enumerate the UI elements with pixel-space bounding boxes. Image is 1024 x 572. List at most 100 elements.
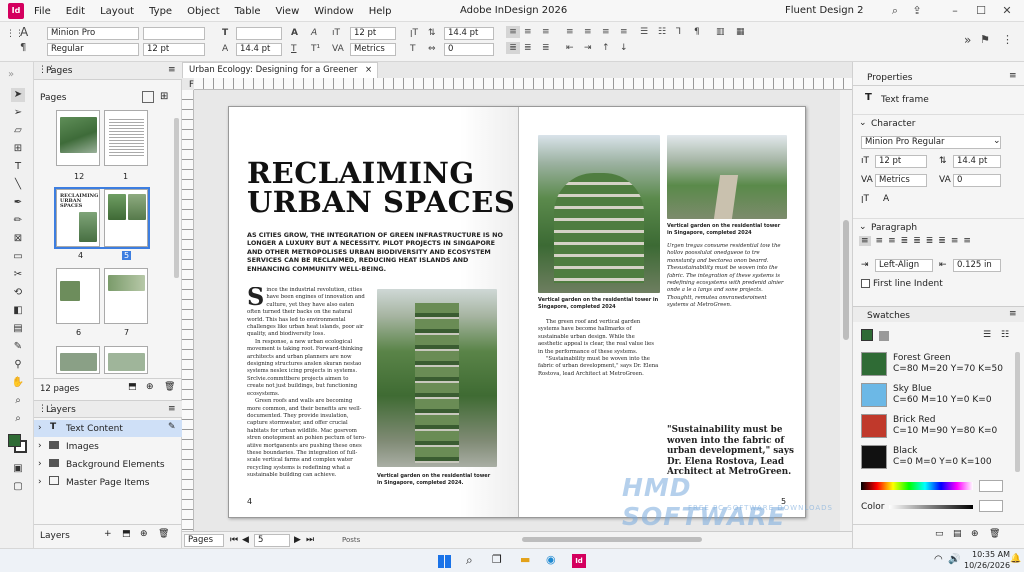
notification-icon[interactable]: 🔔: [1010, 554, 1021, 564]
align-right-icon[interactable]: ≡: [542, 26, 550, 38]
delete-swatch-icon[interactable]: 🗑: [989, 529, 1000, 539]
layer-row-master[interactable]: › Master Page Items: [34, 474, 182, 491]
swatch-brick-red[interactable]: Brick Red C=10 M=90 Y=80 K=0: [859, 414, 1009, 442]
swatch-options-icon[interactable]: ▭: [935, 529, 944, 539]
tracking-field[interactable]: 0: [953, 174, 1001, 187]
gradient-feather-tool-icon[interactable]: ▤: [11, 322, 25, 336]
page-thumb-9[interactable]: [104, 346, 148, 374]
kerning-field[interactable]: Metrics: [875, 174, 927, 187]
chevron-down-icon[interactable]: ⌄: [859, 222, 867, 232]
vertical-garden-photo-mid[interactable]: [538, 135, 660, 293]
page-number-field[interactable]: 5: [254, 534, 290, 547]
font-family-field[interactable]: Minion Pro: [47, 27, 139, 40]
swatches-tab[interactable]: Swatches: [867, 311, 910, 321]
hand-tool-icon[interactable]: ✋: [11, 376, 25, 390]
align-towards-spine-icon[interactable]: ≡: [566, 26, 574, 38]
fill-stroke-swatch[interactable]: [8, 434, 28, 454]
layer-row-text-content[interactable]: › T Text Content ✎: [34, 420, 182, 437]
rectangle-tool-icon[interactable]: ▭: [11, 250, 25, 264]
horizontal-scroll-thumb[interactable]: [522, 537, 702, 542]
align-left-icon[interactable]: ≡: [859, 236, 871, 246]
space-after-icon[interactable]: ↓: [620, 42, 628, 54]
selection-tool-icon[interactable]: ➤: [11, 88, 25, 102]
free-transform-tool-icon[interactable]: ⟲: [11, 286, 25, 300]
search-icon[interactable]: ⌕: [888, 4, 902, 18]
swatch-forest-green[interactable]: Forest Green C=80 M=20 Y=70 K=50: [859, 352, 1009, 380]
page-thumb-1[interactable]: [104, 110, 148, 166]
layer-row-background[interactable]: › Background Elements: [34, 456, 182, 473]
edit-page-size-icon[interactable]: ⬒: [128, 382, 137, 392]
direct-selection-tool-icon[interactable]: ➢: [11, 106, 25, 120]
file-explorer-icon[interactable]: ▬: [520, 553, 530, 566]
color-spectrum-slider[interactable]: [861, 482, 973, 490]
font-size-field[interactable]: 12 pt: [875, 155, 927, 168]
paragraph-mode-icon[interactable]: ¶: [20, 42, 26, 54]
edit-layer-icon[interactable]: ✎: [168, 422, 176, 432]
align-left-icon[interactable]: ≡: [506, 26, 520, 38]
task-view-icon[interactable]: ❐: [492, 553, 502, 566]
expand-arrow-icon[interactable]: ›: [38, 441, 42, 451]
leading-field[interactable]: 14.4 pt: [953, 155, 1001, 168]
list-view-icon[interactable]: ☰: [983, 330, 991, 340]
align-center-icon[interactable]: ≡: [876, 236, 884, 246]
clock-date[interactable]: 10/26/2026: [964, 561, 1010, 570]
page-spread[interactable]: RECLAIMING URBAN SPACES AS CITIES GROW, …: [228, 106, 806, 518]
size-field[interactable]: [236, 27, 282, 40]
scissors-tool-icon[interactable]: ✂: [11, 268, 25, 282]
swatch-sky-blue[interactable]: Sky Blue C=60 M=10 Y=0 K=0: [859, 383, 1009, 411]
spine-left-icon[interactable]: ≡: [951, 236, 959, 246]
type-tool-icon[interactable]: T: [11, 160, 25, 174]
page-thumb-4[interactable]: RECLAIMING URBAN SPACES: [56, 189, 100, 247]
pages-tab[interactable]: Pages: [46, 66, 72, 76]
bullets-icon[interactable]: ☰: [640, 26, 648, 38]
menu-type[interactable]: Type: [149, 6, 172, 17]
grid-align-icon[interactable]: ▦: [736, 26, 745, 38]
justify-all-icon[interactable]: ≡: [584, 26, 592, 38]
prev-page-icon[interactable]: ◀: [242, 535, 249, 545]
italic-icon[interactable]: A: [311, 27, 317, 39]
page-thumb-5[interactable]: [104, 189, 148, 247]
maximize-icon[interactable]: ☐: [974, 4, 988, 18]
page-view-icon[interactable]: [142, 91, 154, 103]
first-page-icon[interactable]: ⏮: [230, 535, 238, 545]
page-thumb-12[interactable]: [56, 110, 100, 166]
flag-icon[interactable]: ⚑: [980, 34, 990, 46]
clock-time[interactable]: 10:35 AM: [972, 550, 1010, 559]
search-icon[interactable]: ⌕: [466, 553, 473, 568]
justify-center-icon[interactable]: ≣: [524, 42, 532, 54]
delete-page-icon[interactable]: 🗑: [164, 382, 175, 392]
justify-center-icon[interactable]: ≣: [913, 236, 921, 246]
edge-icon[interactable]: ◉: [546, 553, 556, 566]
zoom-tool-icon[interactable]: ⌕: [11, 394, 25, 408]
fill-swatch-icon[interactable]: [8, 434, 21, 447]
all-caps-icon[interactable]: A: [291, 27, 298, 39]
pages-scrollbar[interactable]: [174, 118, 179, 278]
superscript-icon[interactable]: T¹: [311, 43, 320, 55]
justify-icon[interactable]: ≣: [901, 236, 909, 246]
expand-controls-icon[interactable]: »: [964, 34, 971, 46]
pencil-tool-icon[interactable]: ✏: [11, 214, 25, 228]
duplicate-layer-icon[interactable]: ⊕: [140, 529, 148, 539]
menu-edit[interactable]: Edit: [66, 6, 85, 17]
expand-arrow-icon[interactable]: ›: [38, 477, 42, 487]
gradient-tool-icon[interactable]: ◧: [11, 304, 25, 318]
layers-menu-icon[interactable]: ≡: [168, 404, 176, 414]
alignment-field[interactable]: Left-Align: [875, 259, 933, 272]
first-line-checkbox[interactable]: [861, 279, 870, 288]
minimize-icon[interactable]: –: [948, 4, 962, 18]
align-center-icon[interactable]: ≡: [524, 26, 532, 38]
properties-menu-icon[interactable]: ≡: [1009, 71, 1017, 81]
more-icon[interactable]: ⋮: [1002, 34, 1013, 46]
tint-slider[interactable]: [889, 505, 973, 509]
justify-left-icon[interactable]: ≣: [506, 42, 520, 54]
apply-color-icon[interactable]: ▣: [11, 462, 25, 476]
page-tool-icon[interactable]: ▱: [11, 124, 25, 138]
panel-menu-icon[interactable]: ≡: [168, 65, 176, 75]
justify-all-icon[interactable]: ≣: [938, 236, 946, 246]
swatches-scrollbar[interactable]: [1015, 352, 1020, 472]
vertical-garden-photo-left[interactable]: [377, 289, 497, 467]
screen-mode-icon[interactable]: ▢: [11, 480, 25, 494]
swatch-black[interactable]: Black C=0 M=0 Y=0 K=100: [859, 445, 1009, 473]
volume-icon[interactable]: 🔊: [948, 554, 960, 565]
numbered-list-icon[interactable]: ☷: [658, 26, 666, 38]
